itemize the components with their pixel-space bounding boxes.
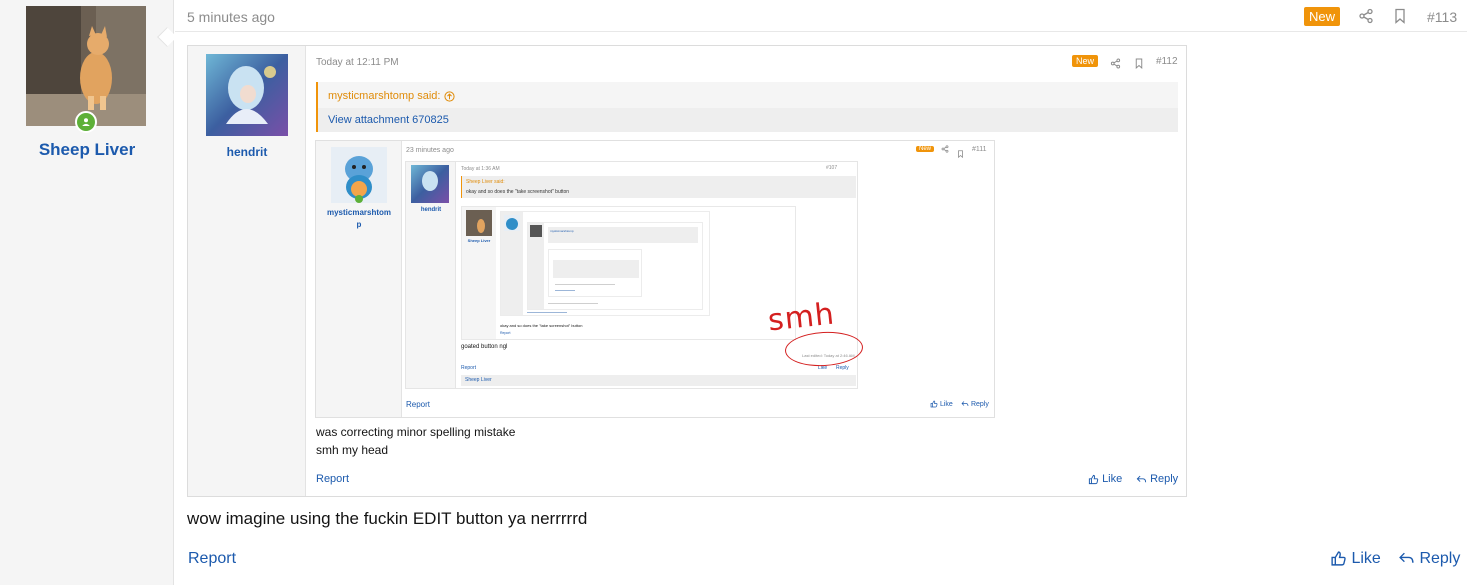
report-link: Report	[461, 365, 477, 371]
quote-author-link[interactable]: mysticmarshtomp said:	[328, 90, 455, 102]
cat-avatar-image	[26, 6, 146, 126]
new-badge: New	[916, 146, 935, 152]
nested-screenshot-inner: Sheep Liver mysticmarshtomp okay and so …	[461, 206, 796, 340]
post-number: #111	[972, 146, 987, 153]
like-button[interactable]: Like	[1088, 473, 1122, 485]
thumbs-up-icon	[930, 400, 938, 408]
like-label: Like	[1351, 550, 1381, 567]
thumbs-up-icon	[1088, 474, 1099, 484]
quoted-body-line-1: was correcting minor spelling mistake	[316, 425, 516, 439]
share-icon	[941, 145, 949, 155]
embedded-time: 23 minutes ago	[406, 147, 454, 154]
nested-body: okay and so does the "take screenshot" b…	[500, 323, 583, 328]
avatar	[466, 210, 492, 236]
reply-icon	[1136, 475, 1147, 482]
tiny-post: mysticmarshtomp	[500, 211, 710, 316]
quoted-time[interactable]: Today at 12:11 PM	[316, 57, 399, 68]
reply-icon	[961, 401, 969, 407]
avatar[interactable]	[26, 6, 146, 126]
quote-author-label: Sheep Liver said:	[466, 179, 505, 185]
reply-link: Reply	[836, 365, 849, 371]
nested-author-name: hendrit	[420, 207, 442, 213]
post-meta-row: 5 minutes ago New #113	[175, 0, 1467, 32]
embedded-author-name: mysticmarshtom p	[316, 207, 402, 231]
reply-button[interactable]: Reply	[1398, 550, 1460, 568]
quoted-post: hendrit Today at 12:11 PM New #112 mysti…	[187, 45, 1187, 497]
nested-body: goated button ngl	[461, 344, 508, 350]
view-attachment-link[interactable]: View attachment 670825	[328, 114, 449, 126]
nested-user-column: Sheep Liver	[462, 207, 496, 339]
author-name-line1: mysticmarshtom	[326, 208, 392, 217]
avatar	[411, 165, 449, 203]
author-name-line2: p	[356, 220, 362, 229]
reply-label: Reply	[1419, 550, 1461, 567]
like-button[interactable]: Like	[1330, 550, 1381, 568]
post-author-name[interactable]: Sheep Liver	[0, 140, 174, 160]
reply-link: Reply	[961, 400, 989, 408]
quote-author-label: mysticmarshtomp said:	[328, 90, 441, 102]
report-link[interactable]: Report	[188, 550, 236, 568]
reply-icon	[1399, 552, 1414, 564]
quote-body: View attachment 670825	[318, 108, 1178, 132]
reply-label: Reply	[970, 400, 989, 408]
online-status-icon	[75, 111, 97, 133]
bookmark-icon	[957, 145, 964, 163]
embedded-screenshot[interactable]: mysticmarshtom p 23 minutes ago New #111	[315, 140, 995, 418]
bookmark-icon[interactable]	[1393, 8, 1407, 29]
tiny-author: mysticmarshtomp	[550, 229, 574, 233]
bookmark-icon[interactable]	[1134, 56, 1144, 74]
quote-box: Sheep Liver said: okay and so does the "…	[461, 176, 856, 198]
avatar[interactable]	[206, 54, 288, 136]
reaction-user: Sheep Liver	[465, 377, 492, 383]
reply-label: Reply	[1150, 473, 1179, 485]
embedded-user-column: mysticmarshtom p	[316, 141, 402, 417]
report-link: Report	[406, 400, 431, 409]
arrow-up-circle-icon	[443, 91, 455, 102]
quote-box: mysticmarshtomp said: View attachment 67…	[316, 82, 1178, 132]
share-icon[interactable]	[1358, 8, 1374, 29]
reply-button[interactable]: Reply	[1136, 473, 1178, 485]
report-link: Report	[500, 331, 511, 335]
like-label: Like	[1102, 473, 1123, 485]
pokemon-avatar-image	[331, 147, 387, 203]
anime-avatar-image	[206, 54, 288, 136]
post-number[interactable]: #112	[1156, 56, 1178, 67]
report-link[interactable]: Report	[316, 473, 349, 485]
post-time[interactable]: 5 minutes ago	[187, 9, 275, 25]
reaction-bar: Sheep Liver	[461, 375, 856, 386]
nested-user-column: hendrit	[406, 162, 456, 388]
post-number: #107	[826, 165, 838, 171]
thumbs-up-icon	[1331, 551, 1346, 566]
quoted-user-column: hendrit	[188, 46, 306, 496]
like-link: Like	[930, 400, 953, 408]
quote-body: okay and so does the "take screenshot" b…	[466, 189, 570, 195]
post-body: wow imagine using the fuckin EDIT button…	[187, 509, 588, 528]
quoted-author-name[interactable]: hendrit	[188, 145, 306, 159]
share-icon[interactable]	[1110, 56, 1121, 74]
nested-author-name: Sheep Liver	[467, 238, 491, 243]
nested-time: Today at 1:36 AM	[461, 166, 500, 172]
like-label: Like	[939, 400, 953, 408]
quoted-body-line-2: smh my head	[316, 443, 389, 457]
user-column: Sheep Liver	[0, 0, 174, 585]
avatar	[331, 147, 387, 203]
new-badge: New	[1304, 7, 1341, 26]
post-number[interactable]: #113	[1427, 9, 1457, 25]
anime-avatar-image	[411, 165, 449, 203]
new-badge: New	[1072, 55, 1099, 67]
